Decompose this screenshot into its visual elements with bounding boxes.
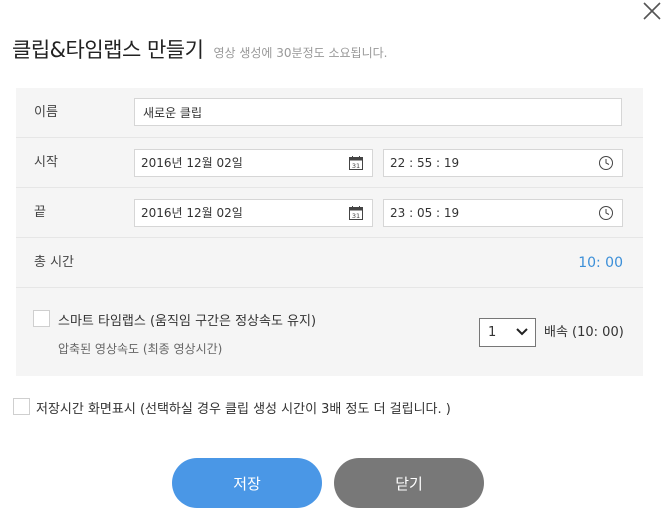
timelapse-label: 스마트 타임랩스 (움직임 구간은 정상속도 유지)	[58, 314, 317, 329]
speed-text: 배속 (10: 00)	[544, 325, 624, 340]
title-row: 클립&타임랩스 만들기 영상 생성에 30분정도 소요됩니다.	[12, 34, 388, 64]
name-input[interactable]	[134, 98, 622, 126]
timelapse-sublabel: 압축된 영상속도 (최종 영상시간)	[58, 342, 223, 356]
chevron-down-icon	[515, 327, 529, 337]
calendar-day-text: 31	[352, 162, 360, 170]
save-button[interactable]: 저장	[172, 458, 322, 508]
name-row: 이름	[16, 88, 643, 138]
total-time-label: 총 시간	[34, 255, 75, 270]
dialog-title: 클립&타임랩스 만들기	[12, 38, 204, 62]
end-time-value: 23 : 05 : 19	[390, 206, 460, 220]
total-time-value: 10: 00	[578, 255, 623, 271]
start-date-value: 2016년 12월 02일	[141, 156, 243, 170]
calendar-day-text: 31	[352, 212, 360, 220]
clock-icon[interactable]	[598, 205, 614, 221]
close-button[interactable]: 닫기	[334, 458, 484, 508]
timelapse-checkbox[interactable]	[33, 310, 50, 327]
calendar-icon[interactable]: 31	[348, 155, 364, 171]
end-time-field[interactable]: 23 : 05 : 19	[383, 199, 623, 227]
speed-select[interactable]: 1	[479, 318, 536, 347]
speed-select-value: 1	[488, 325, 497, 340]
end-label: 끝	[34, 205, 46, 220]
calendar-icon[interactable]: 31	[348, 205, 364, 221]
start-time-field[interactable]: 22 : 55 : 19	[383, 149, 623, 177]
storage-display-checkbox[interactable]	[13, 398, 30, 415]
end-date-field[interactable]: 2016년 12월 02일 31	[134, 199, 373, 227]
form-panel: 이름 시작 2016년 12월 02일 31 22 : 55	[16, 88, 643, 376]
close-icon[interactable]	[641, 0, 663, 22]
end-date-value: 2016년 12월 02일	[141, 206, 243, 220]
total-time-row: 총 시간 10: 00	[16, 238, 643, 288]
clock-icon[interactable]	[598, 155, 614, 171]
start-label: 시작	[34, 155, 58, 170]
end-row: 끝 2016년 12월 02일 31 23 : 05 : 19	[16, 188, 643, 238]
start-date-field[interactable]: 2016년 12월 02일 31	[134, 149, 373, 177]
name-label: 이름	[34, 105, 58, 120]
dialog-subtitle: 영상 생성에 30분정도 소요됩니다.	[213, 46, 388, 60]
storage-display-label: 저장시간 화면표시 (선택하실 경우 클립 생성 시간이 3배 정도 더 걸립니…	[36, 402, 451, 417]
start-row: 시작 2016년 12월 02일 31 22 : 55 : 19	[16, 138, 643, 188]
start-time-value: 22 : 55 : 19	[390, 156, 460, 170]
